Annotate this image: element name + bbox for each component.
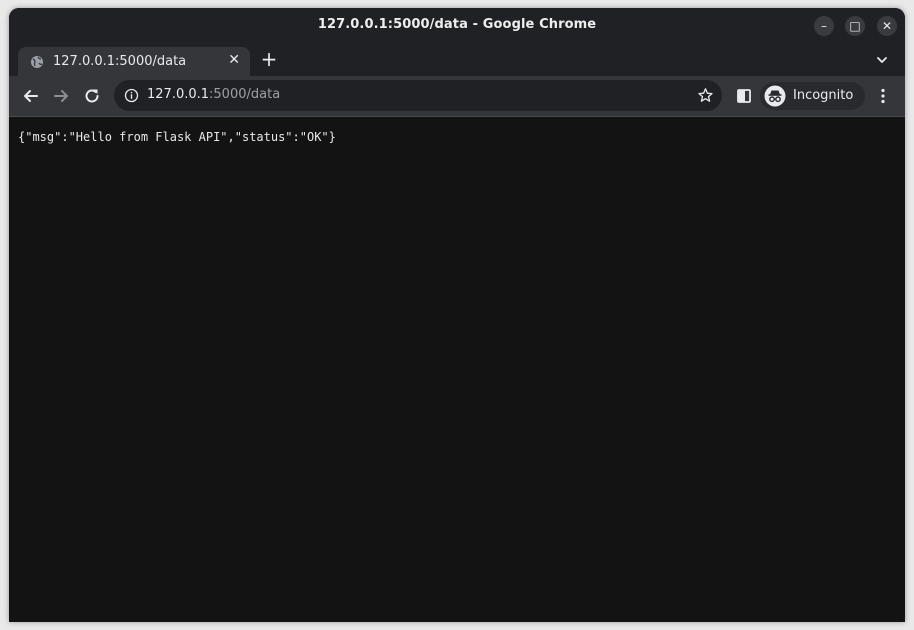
forward-arrow-icon[interactable] [51,86,71,106]
toolbar: 127.0.0.1:5000/data Incognito [9,76,905,117]
page-content: {"msg":"Hello from Flask API","status":"… [9,117,905,622]
url-text[interactable]: 127.0.0.1:5000/data [147,87,280,102]
kebab-menu-icon[interactable] [873,86,893,106]
back-arrow-icon[interactable] [21,86,41,106]
site-info-icon[interactable] [124,88,139,103]
tab-search-chevron-icon[interactable] [875,53,889,67]
title-bar: 127.0.0.1:5000/data - Google Chrome – □ … [9,8,905,44]
reload-icon[interactable] [82,86,102,106]
globe-icon [31,56,43,68]
tab-title: 127.0.0.1:5000/data [53,54,187,69]
window-title: 127.0.0.1:5000/data - Google Chrome [317,17,597,32]
incognito-icon [764,85,786,107]
incognito-label: Incognito [793,88,854,103]
tab-close-button[interactable]: ✕ [228,52,240,68]
incognito-profile-button[interactable]: Incognito [760,82,865,110]
json-response-text: {"msg":"Hello from Flask API","status":"… [18,130,336,144]
tab-active[interactable]: 127.0.0.1:5000/data ✕ [18,47,250,76]
new-tab-button[interactable]: + [259,48,279,72]
close-window-button[interactable]: ✕ [877,16,897,36]
url-host: 127.0.0.1 [147,87,210,102]
minimize-button[interactable]: – [814,16,834,36]
tab-strip: 127.0.0.1:5000/data ✕ + [9,44,905,76]
maximize-button[interactable]: □ [845,16,865,36]
address-bar[interactable]: 127.0.0.1:5000/data [114,80,722,111]
star-icon[interactable] [697,87,714,104]
browser-window: 127.0.0.1:5000/data - Google Chrome – □ … [9,8,905,622]
url-path: :5000/data [209,87,281,102]
side-panel-icon[interactable] [734,86,754,106]
